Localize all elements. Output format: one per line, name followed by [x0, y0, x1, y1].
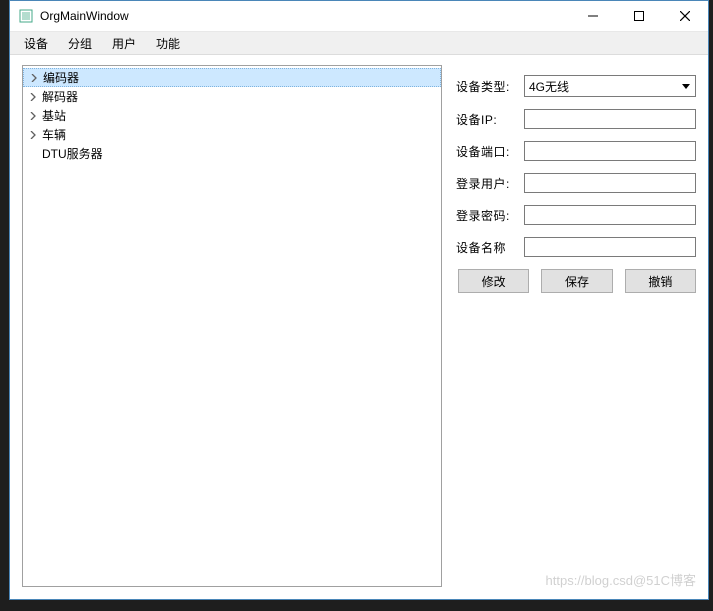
expander-spacer [25, 146, 41, 162]
login-user-input[interactable] [524, 173, 696, 193]
row-device-ip: 设备IP: [456, 109, 696, 129]
menu-bar: 设备 分组 用户 功能 [10, 32, 708, 55]
modify-button[interactable]: 修改 [458, 269, 529, 293]
title-bar: OrgMainWindow [10, 1, 708, 32]
save-button[interactable]: 保存 [541, 269, 612, 293]
tree-item-vehicle[interactable]: 车辆 [23, 125, 441, 144]
row-device-name: 设备名称 [456, 237, 696, 257]
label-device-ip: 设备IP: [456, 111, 524, 128]
app-icon [18, 8, 34, 24]
tree-item-label: 解码器 [41, 88, 78, 105]
row-device-port: 设备端口: [456, 141, 696, 161]
menu-group[interactable]: 分组 [58, 33, 102, 54]
minimize-button[interactable] [570, 1, 616, 31]
cancel-button[interactable]: 撤销 [625, 269, 696, 293]
main-window: OrgMainWindow 设备 分组 用户 功能 [9, 0, 709, 600]
client-area: 编码器 解码器 基站 [10, 55, 708, 599]
device-form: 设备类型: 4G无线 设备IP: 设备端口: 登录用户: [456, 65, 696, 587]
tree-item-label: DTU服务器 [41, 145, 103, 162]
label-device-name: 设备名称 [456, 239, 524, 256]
chevron-right-icon[interactable] [25, 127, 41, 143]
tree-item-dtu[interactable]: DTU服务器 [23, 144, 441, 163]
label-device-port: 设备端口: [456, 143, 524, 160]
device-port-input[interactable] [524, 141, 696, 161]
device-ip-input[interactable] [524, 109, 696, 129]
chevron-right-icon[interactable] [25, 108, 41, 124]
device-name-input[interactable] [524, 237, 696, 257]
maximize-button[interactable] [616, 1, 662, 31]
action-buttons: 修改 保存 撤销 [456, 269, 696, 293]
row-login-pwd: 登录密码: [456, 205, 696, 225]
label-login-user: 登录用户: [456, 175, 524, 192]
tree-item-label: 编码器 [42, 69, 79, 86]
menu-user[interactable]: 用户 [102, 33, 146, 54]
tree-item-basestation[interactable]: 基站 [23, 106, 441, 125]
label-login-pwd: 登录密码: [456, 207, 524, 224]
menu-function[interactable]: 功能 [146, 33, 190, 54]
chevron-down-icon [679, 84, 693, 89]
close-button[interactable] [662, 1, 708, 31]
combo-value: 4G无线 [529, 78, 679, 95]
tree-item-label: 车辆 [41, 126, 66, 143]
chevron-right-icon[interactable] [26, 70, 42, 86]
window-title: OrgMainWindow [40, 9, 570, 23]
chevron-right-icon[interactable] [25, 89, 41, 105]
device-tree[interactable]: 编码器 解码器 基站 [22, 65, 442, 587]
row-device-type: 设备类型: 4G无线 [456, 75, 696, 97]
label-device-type: 设备类型: [456, 78, 524, 95]
tree-item-label: 基站 [41, 107, 66, 124]
row-login-user: 登录用户: [456, 173, 696, 193]
login-pwd-input[interactable] [524, 205, 696, 225]
tree-root: 编码器 解码器 基站 [23, 66, 441, 163]
tree-item-encoder[interactable]: 编码器 [23, 68, 441, 87]
device-type-combo[interactable]: 4G无线 [524, 75, 696, 97]
tree-item-decoder[interactable]: 解码器 [23, 87, 441, 106]
menu-device[interactable]: 设备 [14, 33, 58, 54]
